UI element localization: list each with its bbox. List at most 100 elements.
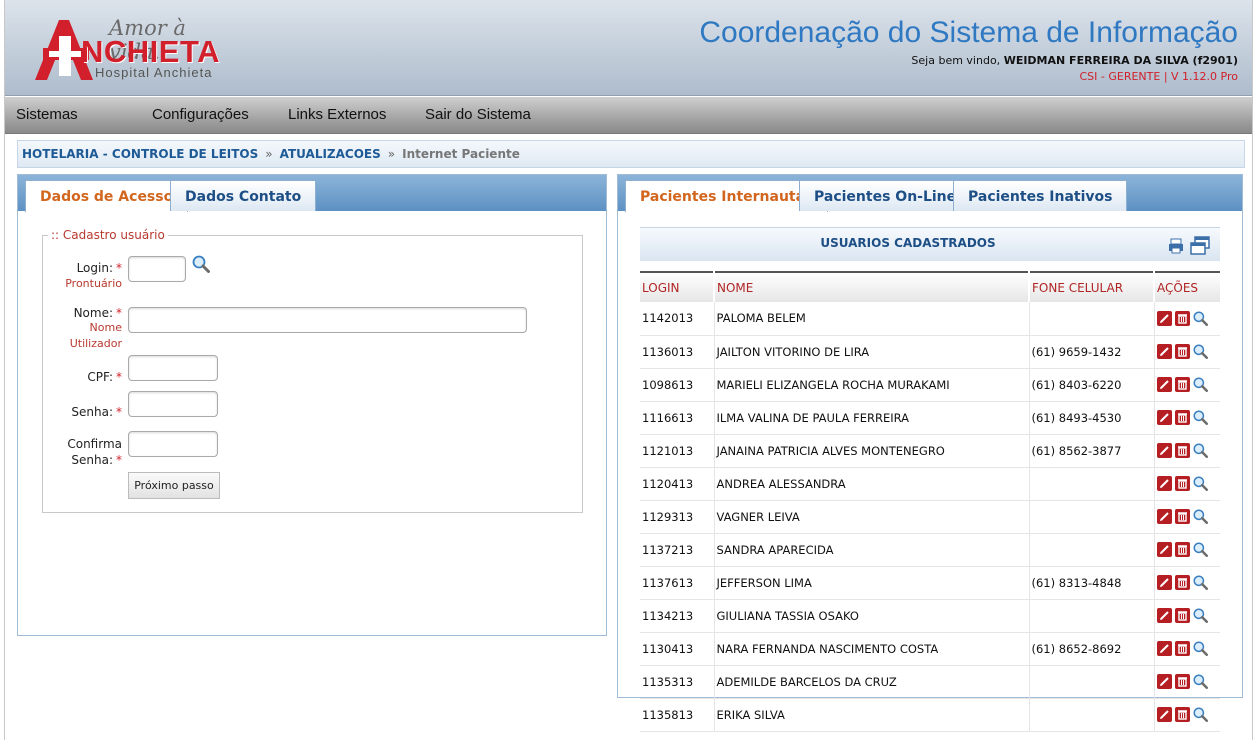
view-magnifier-icon[interactable] (1193, 377, 1208, 392)
breadcrumb-hotelaria[interactable]: HOTELARIA - CONTROLE DE LEITOS (22, 147, 258, 161)
cell-fone (1029, 500, 1155, 534)
window-icon[interactable] (1190, 236, 1210, 256)
delete-trash-icon[interactable] (1174, 542, 1190, 557)
cadastro-legend: :: Cadastro usuário (48, 228, 168, 242)
breadcrumb-separator: » (387, 147, 396, 161)
menu-item-sair[interactable]: Sair do Sistema (425, 106, 531, 123)
delete-trash-icon[interactable] (1174, 377, 1190, 392)
edit-pencil-icon[interactable] (1156, 674, 1172, 689)
patients-panel: Pacientes Internautas Pacientes On-Line … (617, 174, 1243, 732)
nome-input[interactable] (128, 307, 527, 333)
edit-pencil-icon[interactable] (1156, 608, 1172, 623)
edit-pencil-icon[interactable] (1156, 542, 1172, 557)
delete-trash-icon[interactable] (1174, 641, 1190, 656)
edit-pencil-icon[interactable] (1156, 707, 1172, 722)
edit-pencil-icon[interactable] (1156, 377, 1172, 392)
cell-login: 1142013 (640, 302, 715, 336)
table-row: 1136013 JAILTON VITORINO DE LIRA (61) 9659… (640, 335, 1220, 369)
menu-item-sistemas[interactable]: Sistemas (16, 106, 78, 123)
delete-trash-icon[interactable] (1174, 674, 1190, 689)
col-fone[interactable]: FONE CELULAR (1029, 271, 1155, 302)
login-hint: Prontuário (65, 277, 122, 290)
edit-pencil-icon[interactable] (1156, 443, 1172, 458)
table-header-row: LOGIN NOME FONE CELULAR AÇÕES (640, 271, 1220, 302)
edit-pencil-icon[interactable] (1156, 344, 1172, 359)
senha-input[interactable] (128, 391, 218, 417)
printer-icon[interactable] (1168, 238, 1184, 254)
tab-dados-acesso[interactable]: Dados de Acesso (25, 180, 189, 212)
cell-fone: (61) 9659-1432 (1029, 335, 1155, 369)
cell-fone (1029, 698, 1155, 732)
edit-pencil-icon[interactable] (1156, 641, 1172, 656)
view-magnifier-icon[interactable] (1193, 542, 1208, 557)
cell-login: 1121013 (640, 434, 715, 468)
next-step-button[interactable]: Próximo passo (128, 472, 220, 499)
hospital-logo[interactable]: Amor à vida. NCHIETA Hospital Anchieta (23, 14, 228, 84)
delete-trash-icon[interactable] (1174, 575, 1190, 590)
cell-fone: (61) 8493-4530 (1029, 401, 1155, 435)
col-acoes: AÇÕES (1154, 271, 1220, 302)
delete-trash-icon[interactable] (1174, 344, 1190, 359)
view-magnifier-icon[interactable] (1193, 344, 1208, 359)
delete-trash-icon[interactable] (1174, 443, 1190, 458)
view-magnifier-icon[interactable] (1193, 641, 1208, 656)
table-row: 1121013 JANAINA PATRICIA ALVES MONTENEGRO… (640, 434, 1220, 468)
edit-pencil-icon[interactable] (1156, 509, 1172, 524)
required-mark: * (116, 405, 122, 419)
delete-trash-icon[interactable] (1174, 608, 1190, 623)
table-row: 1135313 ADEMILDE BARCELOS DA CRUZ (640, 665, 1220, 699)
breadcrumb-atualizacoes[interactable]: ATUALIZACOES (280, 147, 381, 161)
cell-acoes (1154, 500, 1220, 534)
nome-label: Nome: * (26, 305, 122, 321)
edit-pencil-icon[interactable] (1156, 476, 1172, 491)
cell-acoes (1154, 335, 1220, 369)
table-row: 1134213 GIULIANA TASSIA OSAKO (640, 599, 1220, 633)
delete-trash-icon[interactable] (1174, 310, 1190, 326)
cell-nome: SANDRA APARECIDA (714, 533, 1030, 567)
view-magnifier-icon[interactable] (1193, 509, 1208, 524)
left-tab-bar: Dados de Acesso Dados Contato (18, 175, 606, 212)
view-magnifier-icon[interactable] (1193, 575, 1208, 590)
menu-item-links-externos[interactable]: Links Externos (288, 106, 386, 123)
search-login-icon[interactable] (192, 255, 210, 273)
view-magnifier-icon[interactable] (1193, 410, 1208, 425)
delete-trash-icon[interactable] (1174, 410, 1190, 425)
cell-nome: ILMA VALINA DE PAULA FERREIRA (714, 401, 1030, 435)
cell-nome: ADEMILDE BARCELOS DA CRUZ (714, 665, 1030, 699)
view-magnifier-icon[interactable] (1193, 674, 1208, 689)
tab-dados-contato[interactable]: Dados Contato (170, 180, 317, 211)
tab-pacientes-inativos[interactable]: Pacientes Inativos (953, 180, 1128, 211)
cell-acoes (1154, 434, 1220, 468)
cell-login: 1129313 (640, 500, 715, 534)
col-nome[interactable]: NOME (714, 271, 1030, 302)
delete-trash-icon[interactable] (1174, 476, 1190, 491)
edit-pencil-icon[interactable] (1156, 410, 1172, 425)
cell-acoes (1154, 368, 1220, 402)
view-magnifier-icon[interactable] (1193, 476, 1208, 491)
confirma-senha-input[interactable] (128, 431, 218, 457)
delete-trash-icon[interactable] (1174, 707, 1190, 722)
cell-login: 1137613 (640, 566, 715, 600)
cell-fone (1029, 467, 1155, 501)
login-label-text: Login: (76, 261, 113, 275)
cell-nome: GIULIANA TASSIA OSAKO (714, 599, 1030, 633)
view-magnifier-icon[interactable] (1193, 707, 1208, 722)
access-data-panel: Dados de Acesso Dados Contato :: Cadastr… (17, 174, 607, 636)
tab-pacientes-internautas[interactable]: Pacientes Internautas (625, 180, 829, 212)
view-magnifier-icon[interactable] (1193, 311, 1208, 326)
app-window: Amor à vida. NCHIETA Hospital Anchieta C… (4, 0, 1253, 740)
menu-item-configuracoes[interactable]: Configurações (152, 106, 249, 123)
cpf-input[interactable] (128, 355, 218, 381)
cadastro-fieldset (42, 235, 583, 513)
login-input[interactable] (128, 256, 186, 282)
view-magnifier-icon[interactable] (1193, 608, 1208, 623)
delete-trash-icon[interactable] (1174, 509, 1190, 524)
edit-pencil-icon[interactable] (1156, 575, 1172, 590)
list-title: USUARIOS CADASTRADOS (820, 236, 996, 250)
cell-acoes (1154, 632, 1220, 666)
cell-fone (1029, 302, 1155, 336)
col-login[interactable]: LOGIN (640, 271, 715, 302)
view-magnifier-icon[interactable] (1193, 443, 1208, 458)
edit-pencil-icon[interactable] (1156, 310, 1172, 326)
tab-pacientes-online[interactable]: Pacientes On-Line (799, 180, 972, 211)
